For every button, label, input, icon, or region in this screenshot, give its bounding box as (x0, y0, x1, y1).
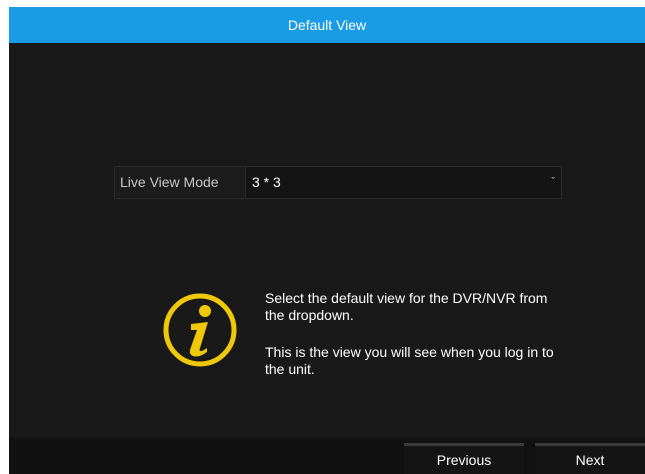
live-view-mode-dropdown[interactable]: 3 * 3 ˇ (246, 166, 562, 199)
info-line-2: This is the view you will see when you l… (265, 344, 554, 377)
window-title: Default View (9, 7, 645, 43)
info-message: Select the default view for the DVR/NVR … (265, 290, 565, 398)
next-button[interactable]: Next (535, 443, 645, 474)
live-view-mode-row: Live View Mode 3 * 3 ˇ (114, 166, 562, 199)
info-line-1: Select the default view for the DVR/NVR … (265, 290, 548, 323)
info-icon (163, 293, 237, 367)
chevron-down-icon: ˇ (551, 176, 555, 188)
dialog-window: Default View Live View Mode 3 * 3 ˇ Sele… (9, 7, 645, 474)
previous-button[interactable]: Previous (404, 443, 524, 474)
live-view-mode-value: 3 * 3 (252, 174, 281, 190)
live-view-mode-label: Live View Mode (114, 166, 246, 199)
